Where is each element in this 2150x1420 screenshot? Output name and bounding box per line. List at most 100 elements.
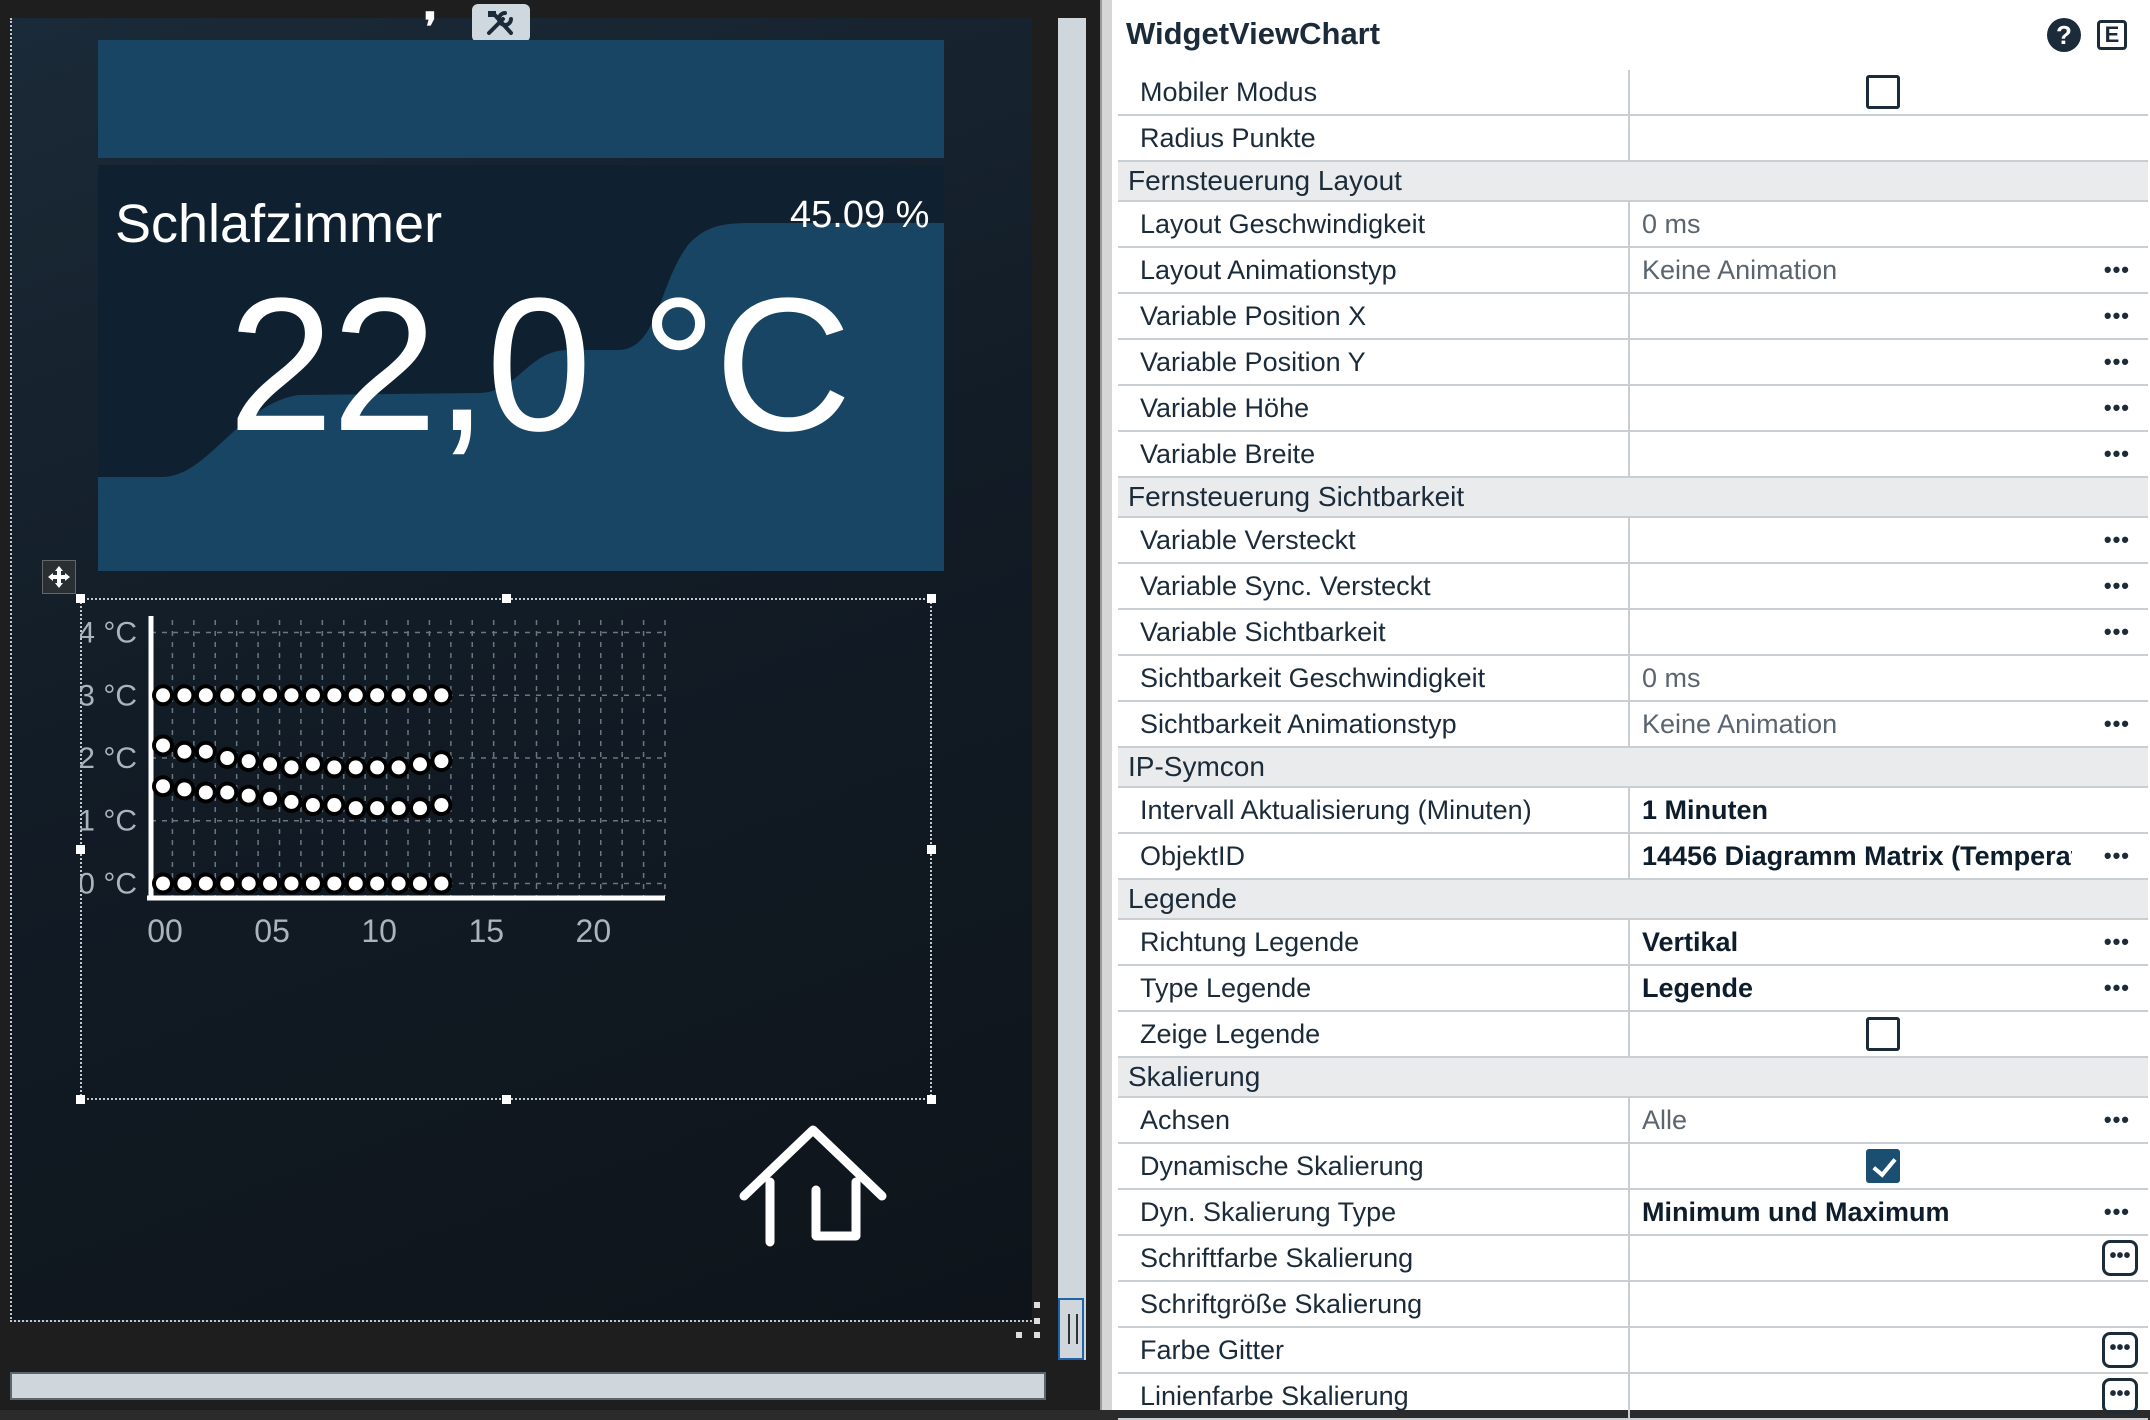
ellipsis-button-icon[interactable]: ••• — [2102, 1332, 2138, 1368]
ellipsis-icon[interactable]: ••• — [2104, 303, 2130, 329]
ellipsis-icon[interactable]: ••• — [2104, 619, 2130, 645]
property-value[interactable]: Minimum und Maximum ••• — [1630, 1190, 2148, 1234]
property-value[interactable] — [1630, 116, 2148, 160]
property-row[interactable]: Dyn. Skalierung Type Minimum und Maximum •… — [1118, 1190, 2148, 1236]
property-row[interactable]: Variable Position Y ••• — [1118, 340, 2148, 386]
data-point — [434, 798, 449, 813]
y-tick-label: 21 °C — [80, 805, 137, 838]
property-label: Variable Höhe — [1118, 386, 1630, 430]
property-label: Intervall Aktualisierung (Minuten) — [1118, 788, 1630, 832]
property-row[interactable]: Farbe Gitter ••• — [1118, 1328, 2148, 1374]
move-handle[interactable] — [42, 560, 76, 594]
property-value[interactable]: ••• — [1630, 1374, 2148, 1418]
property-value[interactable] — [1630, 1144, 2148, 1188]
property-row[interactable]: Linienfarbe Skalierung ••• — [1118, 1374, 2148, 1420]
data-point — [198, 785, 213, 800]
property-row[interactable]: Intervall Aktualisierung (Minuten) 1 Minu… — [1118, 788, 2148, 834]
property-value[interactable]: ••• — [1630, 386, 2148, 430]
data-point — [434, 754, 449, 769]
property-row[interactable]: Radius Punkte — [1118, 116, 2148, 162]
ellipsis-button-icon[interactable]: ••• — [2102, 1240, 2138, 1276]
ellipsis-icon[interactable]: ••• — [2104, 1107, 2130, 1133]
property-row[interactable]: Layout Animationstyp Keine Animation ••• — [1118, 248, 2148, 294]
property-row[interactable]: Variable Breite ••• — [1118, 432, 2148, 478]
ellipsis-icon[interactable]: ••• — [2104, 843, 2130, 869]
property-row[interactable]: Schriftfarbe Skalierung ••• — [1118, 1236, 2148, 1282]
x-tick-label: 15 — [468, 913, 504, 949]
checkbox-checked[interactable] — [1866, 1149, 1900, 1183]
header-tile[interactable] — [98, 40, 944, 158]
question-icon[interactable]: ? — [2047, 18, 2081, 52]
vertical-scroll-thumb[interactable] — [1058, 1298, 1084, 1360]
property-row[interactable]: Variable Position X ••• — [1118, 294, 2148, 340]
property-row[interactable]: Variable Höhe ••• — [1118, 386, 2148, 432]
ellipsis-icon[interactable]: ••• — [2104, 527, 2130, 553]
ellipsis-icon[interactable]: ••• — [2104, 1199, 2130, 1225]
temperature-chart: 24 °C 23 °C 22 °C 21 °C 20 °C 00 05 10 15 20 — [80, 616, 666, 949]
ellipsis-icon[interactable]: ••• — [2104, 349, 2130, 375]
ellipsis-icon[interactable]: ••• — [2104, 929, 2130, 955]
data-point — [156, 779, 170, 794]
property-row[interactable]: Schriftgröße Skalierung — [1118, 1282, 2148, 1328]
property-value[interactable]: ••• — [1630, 564, 2148, 608]
ellipsis-icon[interactable]: ••• — [2104, 975, 2130, 1001]
property-value[interactable]: Vertikal ••• — [1630, 920, 2148, 964]
property-row[interactable]: Richtung Legende Vertikal ••• — [1118, 920, 2148, 966]
data-point — [305, 876, 320, 891]
property-value[interactable]: ••• — [1630, 1328, 2148, 1372]
property-row[interactable]: Sichtbarkeit Geschwindigkeit 0 ms — [1118, 656, 2148, 702]
y-tick-label: 22 °C — [80, 742, 137, 775]
property-value[interactable]: ••• — [1630, 1236, 2148, 1280]
property-value[interactable]: 0 ms — [1630, 656, 2148, 700]
data-point — [198, 876, 213, 891]
property-label: Mobiler Modus — [1118, 70, 1630, 114]
data-point — [327, 688, 342, 703]
property-row[interactable]: Zeige Legende — [1118, 1012, 2148, 1058]
property-row[interactable]: Achsen Alle ••• — [1118, 1098, 2148, 1144]
property-row[interactable]: Type Legende Legende ••• — [1118, 966, 2148, 1012]
horizontal-scrollbar[interactable] — [10, 1372, 1046, 1400]
checkbox[interactable] — [1866, 1017, 1900, 1051]
ellipsis-icon[interactable]: ••• — [2104, 573, 2130, 599]
property-value[interactable]: ••• — [1630, 518, 2148, 562]
property-value[interactable]: ••• — [1630, 340, 2148, 384]
property-value[interactable]: Keine Animation ••• — [1630, 702, 2148, 746]
ellipsis-icon[interactable]: ••• — [2104, 711, 2130, 737]
property-label: Variable Position Y — [1118, 340, 1630, 384]
property-value[interactable] — [1630, 1012, 2148, 1056]
canvas-resize-grip-icon[interactable] — [1014, 1300, 1044, 1340]
property-row[interactable]: Sichtbarkeit Animationstyp Keine Animatio… — [1118, 702, 2148, 748]
temperature-value: 22,0 °C — [228, 259, 852, 471]
data-point — [413, 876, 427, 891]
ellipsis-icon[interactable]: ••• — [2104, 257, 2130, 283]
tools-button[interactable] — [472, 4, 530, 42]
property-value[interactable] — [1630, 1282, 2148, 1326]
home-icon[interactable] — [738, 1124, 888, 1250]
expand-icon[interactable]: E — [2097, 20, 2127, 50]
property-value[interactable]: 0 ms — [1630, 202, 2148, 246]
property-value[interactable]: ••• — [1630, 294, 2148, 338]
ellipsis-button-icon[interactable]: ••• — [2102, 1378, 2138, 1414]
property-value[interactable] — [1630, 70, 2148, 114]
property-row[interactable]: Variable Versteckt ••• — [1118, 518, 2148, 564]
property-row[interactable]: Dynamische Skalierung — [1118, 1144, 2148, 1190]
checkbox[interactable] — [1866, 75, 1900, 109]
y-tick-label: 20 °C — [80, 867, 137, 900]
property-row[interactable]: Layout Geschwindigkeit 0 ms — [1118, 202, 2148, 248]
property-row[interactable]: Mobiler Modus — [1118, 70, 2148, 116]
property-value[interactable]: 14456 Diagramm Matrix (Temperatu ••• — [1630, 834, 2148, 878]
property-row[interactable]: ObjektID 14456 Diagramm Matrix (Temperatu… — [1118, 834, 2148, 880]
property-row[interactable]: Variable Sichtbarkeit ••• — [1118, 610, 2148, 656]
property-row[interactable]: Variable Sync. Versteckt ••• — [1118, 564, 2148, 610]
property-value[interactable]: Alle ••• — [1630, 1098, 2148, 1142]
property-value[interactable]: 1 Minuten — [1630, 788, 2148, 832]
ellipsis-icon[interactable]: ••• — [2104, 395, 2130, 421]
vertical-scrollbar[interactable] — [1058, 18, 1086, 1360]
property-value[interactable]: Keine Animation ••• — [1630, 248, 2148, 292]
property-value[interactable]: ••• — [1630, 432, 2148, 476]
panel-splitter[interactable] — [1100, 0, 1112, 1410]
property-value[interactable]: ••• — [1630, 610, 2148, 654]
x-tick-label: 05 — [254, 913, 290, 949]
property-value[interactable]: Legende ••• — [1630, 966, 2148, 1010]
ellipsis-icon[interactable]: ••• — [2104, 441, 2130, 467]
